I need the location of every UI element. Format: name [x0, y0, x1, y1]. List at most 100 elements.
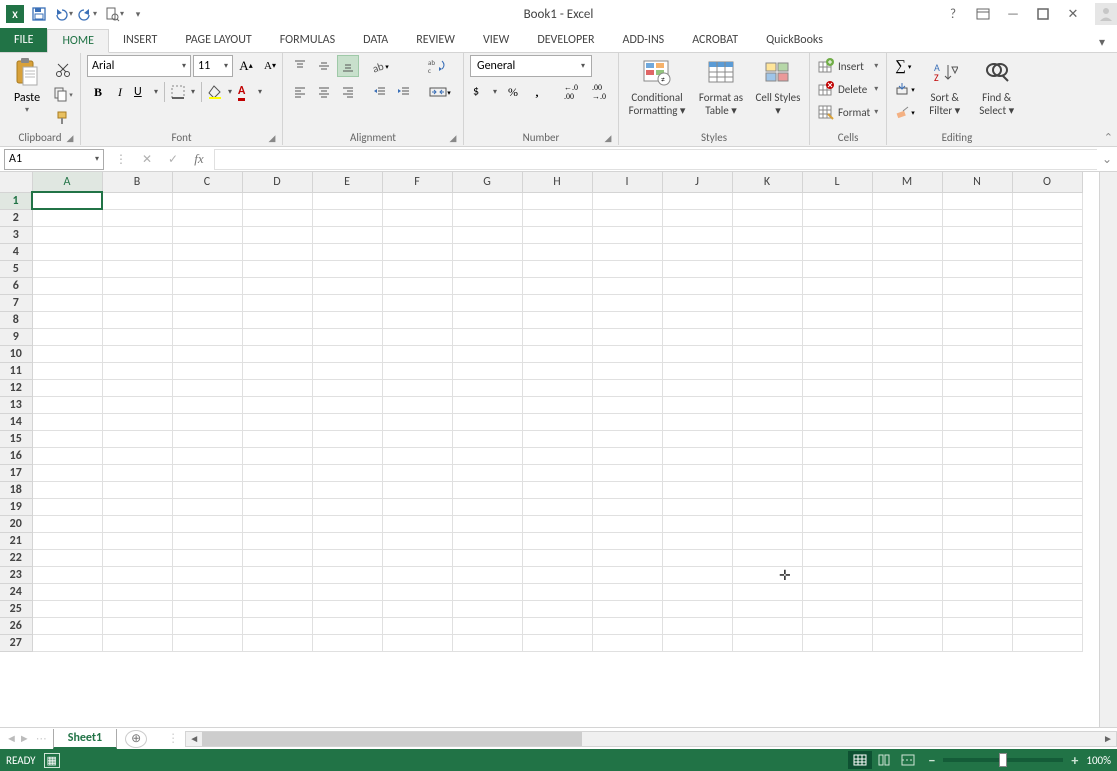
row-header[interactable]: 23 — [0, 566, 32, 583]
cell[interactable] — [942, 481, 1012, 498]
cell[interactable] — [802, 600, 872, 617]
cell[interactable] — [732, 328, 802, 345]
cell[interactable] — [662, 362, 732, 379]
cell[interactable] — [382, 260, 452, 277]
cell[interactable] — [312, 634, 382, 651]
cell[interactable] — [172, 617, 242, 634]
cell[interactable] — [102, 260, 172, 277]
cell[interactable] — [802, 447, 872, 464]
cell[interactable] — [32, 277, 102, 294]
cell[interactable] — [522, 634, 592, 651]
cell[interactable] — [452, 600, 522, 617]
grid[interactable]: ABCDEFGHIJKLMNO 123456789101112131415161… — [0, 172, 1083, 652]
cell[interactable] — [172, 294, 242, 311]
cell[interactable] — [662, 328, 732, 345]
cell[interactable] — [172, 362, 242, 379]
cell[interactable] — [382, 345, 452, 362]
cell[interactable] — [452, 379, 522, 396]
cell[interactable] — [312, 447, 382, 464]
zoom-out-icon[interactable]: − — [928, 752, 935, 769]
cell[interactable] — [1012, 294, 1082, 311]
cell[interactable] — [942, 396, 1012, 413]
cell[interactable] — [942, 617, 1012, 634]
cell[interactable] — [312, 600, 382, 617]
cell[interactable] — [592, 260, 662, 277]
cell[interactable] — [32, 583, 102, 600]
row-header[interactable]: 8 — [0, 311, 32, 328]
cell[interactable] — [662, 413, 732, 430]
cell[interactable] — [662, 532, 732, 549]
cell[interactable] — [452, 634, 522, 651]
cell[interactable] — [802, 294, 872, 311]
cell[interactable] — [242, 226, 312, 243]
increase-decimal-icon[interactable]: ←.0.00 — [558, 81, 584, 103]
column-header[interactable]: J — [662, 172, 732, 192]
cell[interactable] — [522, 311, 592, 328]
cell[interactable] — [32, 481, 102, 498]
cancel-formula-icon[interactable]: ✕ — [134, 149, 160, 170]
cell[interactable] — [1012, 243, 1082, 260]
comma-format-icon[interactable]: , — [526, 81, 548, 103]
cell[interactable] — [942, 549, 1012, 566]
cell[interactable] — [662, 498, 732, 515]
row-header[interactable]: 22 — [0, 549, 32, 566]
font-name-combo[interactable]: Arial▾ — [87, 55, 191, 77]
cell[interactable] — [592, 277, 662, 294]
cell[interactable] — [382, 600, 452, 617]
row-header[interactable]: 26 — [0, 617, 32, 634]
cell[interactable] — [522, 379, 592, 396]
column-header[interactable]: F — [382, 172, 452, 192]
column-header[interactable]: I — [592, 172, 662, 192]
cell[interactable] — [172, 311, 242, 328]
align-top-icon[interactable] — [289, 55, 311, 77]
cell[interactable] — [662, 600, 732, 617]
cell[interactable] — [1012, 600, 1082, 617]
cell[interactable] — [242, 447, 312, 464]
font-size-combo[interactable]: 11▾ — [193, 55, 233, 77]
cell[interactable] — [662, 345, 732, 362]
cell[interactable] — [312, 617, 382, 634]
cell[interactable] — [942, 328, 1012, 345]
cell[interactable] — [312, 430, 382, 447]
cell[interactable] — [522, 447, 592, 464]
cell[interactable] — [662, 260, 732, 277]
row-header[interactable]: 20 — [0, 515, 32, 532]
align-bottom-icon[interactable] — [337, 55, 359, 77]
cell[interactable] — [102, 311, 172, 328]
cell[interactable] — [732, 362, 802, 379]
cell[interactable] — [102, 277, 172, 294]
cell[interactable] — [32, 447, 102, 464]
cell[interactable] — [172, 515, 242, 532]
cell[interactable] — [872, 498, 942, 515]
cell[interactable] — [732, 549, 802, 566]
sort-filter-button[interactable]: AZ Sort & Filter ▾ — [921, 55, 969, 123]
decrease-font-icon[interactable]: A▾ — [259, 55, 281, 77]
cell[interactable] — [242, 294, 312, 311]
cell[interactable] — [1012, 464, 1082, 481]
tab-formulas[interactable]: FORMULAS — [266, 28, 349, 52]
cell[interactable] — [452, 260, 522, 277]
cell[interactable] — [1012, 379, 1082, 396]
vertical-scrollbar[interactable] — [1099, 172, 1117, 727]
cell[interactable] — [662, 515, 732, 532]
cell[interactable] — [382, 294, 452, 311]
cell[interactable] — [872, 617, 942, 634]
cell[interactable] — [32, 379, 102, 396]
cell[interactable] — [802, 226, 872, 243]
cell[interactable] — [942, 583, 1012, 600]
cell[interactable] — [872, 294, 942, 311]
cell[interactable] — [872, 226, 942, 243]
cell[interactable] — [732, 379, 802, 396]
cell[interactable] — [662, 209, 732, 226]
cell[interactable] — [172, 243, 242, 260]
cell[interactable] — [592, 311, 662, 328]
cell[interactable] — [452, 447, 522, 464]
cell[interactable] — [592, 634, 662, 651]
cell[interactable] — [102, 209, 172, 226]
cell[interactable] — [242, 532, 312, 549]
cell[interactable] — [662, 379, 732, 396]
cell[interactable] — [312, 566, 382, 583]
cell[interactable] — [452, 430, 522, 447]
cell[interactable] — [522, 583, 592, 600]
customize-qat-icon[interactable]: ▾ — [127, 3, 149, 25]
